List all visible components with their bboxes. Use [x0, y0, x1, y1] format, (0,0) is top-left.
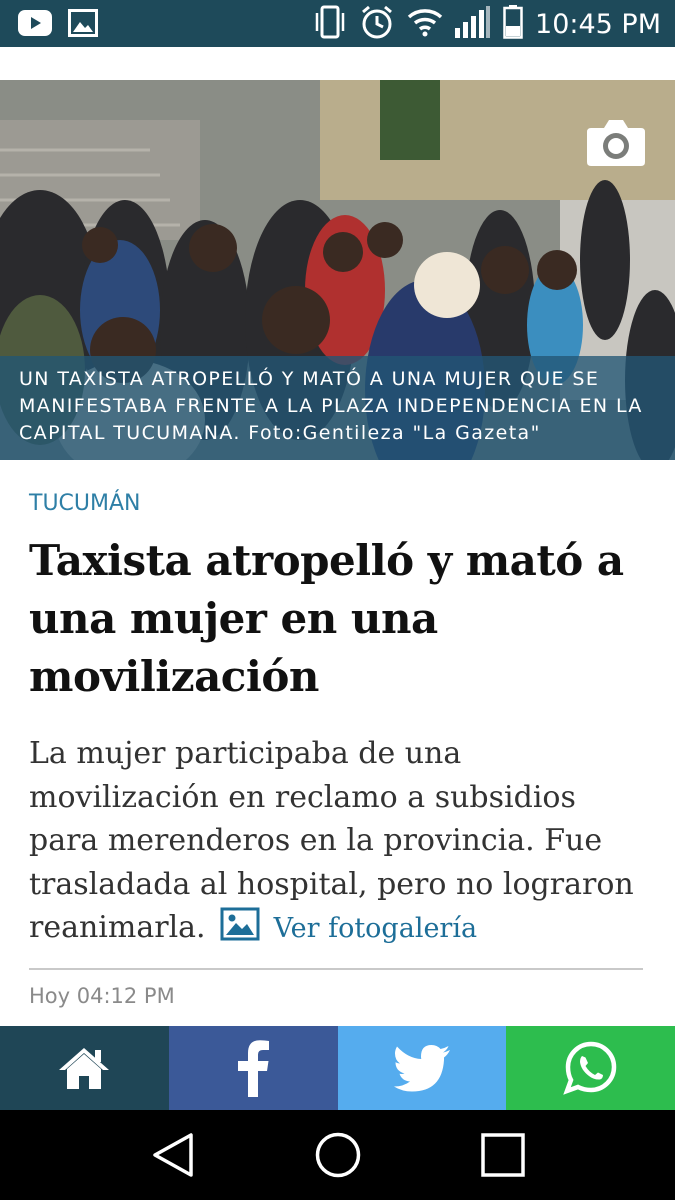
recents-icon	[480, 1133, 525, 1177]
home-nav-button[interactable]	[308, 1125, 368, 1185]
gallery-icon	[68, 9, 98, 41]
whatsapp-share-button[interactable]	[506, 1026, 675, 1110]
back-icon	[152, 1133, 193, 1177]
status-time: 10:45 PM	[535, 8, 661, 40]
twitter-icon	[393, 1045, 450, 1092]
facebook-icon	[238, 1040, 270, 1097]
hero-photo[interactable]: UN TAXISTA ATROPELLÓ Y MATÓ A UNA MUJER …	[0, 80, 675, 460]
publish-timestamp: Hoy 04:12 PM	[29, 984, 175, 1008]
wifi-icon	[407, 7, 443, 41]
divider	[29, 968, 643, 970]
back-button[interactable]	[143, 1125, 203, 1185]
article-summary: La mujer participaba de una movilización…	[29, 732, 654, 954]
home-button[interactable]	[0, 1026, 169, 1110]
gallery-icon[interactable]	[220, 907, 260, 954]
article-headline: Taxista atropelló y mató a una mujer en …	[29, 536, 624, 701]
photo-caption: UN TAXISTA ATROPELLÓ Y MATÓ A UNA MUJER …	[19, 368, 643, 444]
youtube-icon	[18, 10, 52, 40]
vibrate-icon	[313, 5, 347, 43]
status-right-icons: 10:45 PM	[313, 4, 661, 44]
home-icon	[59, 1048, 110, 1089]
camera-icon[interactable]	[585, 116, 647, 168]
battery-icon	[503, 5, 523, 43]
header-spacer	[0, 47, 675, 80]
status-bar: 10:45 PM	[0, 0, 675, 47]
section-label[interactable]: TUCUMÁN	[29, 491, 141, 516]
recents-button[interactable]	[473, 1125, 533, 1185]
whatsapp-icon	[562, 1041, 616, 1095]
twitter-share-button[interactable]	[337, 1026, 507, 1110]
status-left-icons	[18, 9, 98, 41]
signal-icon	[455, 6, 491, 42]
photo-gallery-link[interactable]: Ver fotogalería	[274, 913, 477, 944]
facebook-share-button[interactable]	[168, 1026, 338, 1110]
system-nav-bar	[0, 1110, 675, 1200]
caption-band: UN TAXISTA ATROPELLÓ Y MATÓ A UNA MUJER …	[0, 356, 675, 460]
share-bar	[0, 1026, 675, 1110]
alarm-icon	[359, 4, 395, 44]
home-circle-icon	[315, 1132, 360, 1178]
